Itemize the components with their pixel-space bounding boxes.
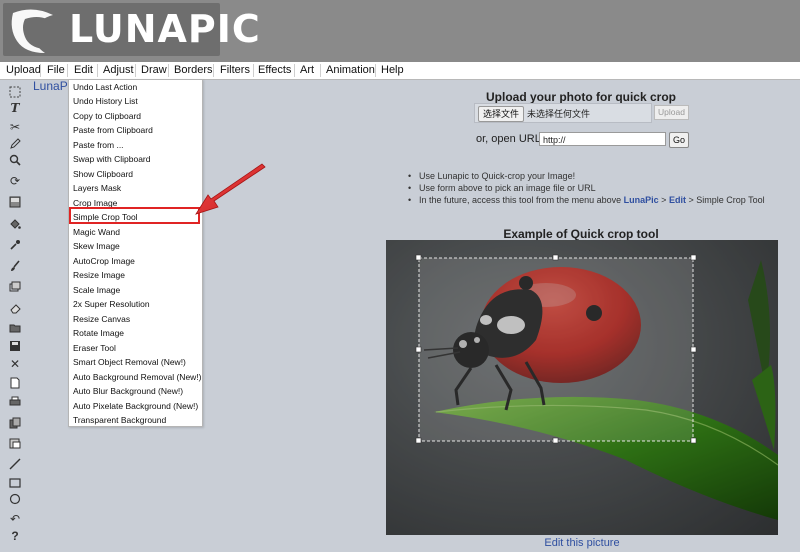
menu-art[interactable]: Art [296, 62, 318, 79]
print-icon[interactable] [7, 394, 23, 410]
menu-separator [135, 64, 136, 77]
file-upload-box: 选择文件 未选择任何文件 [474, 103, 652, 123]
menu-help[interactable]: Help [377, 62, 408, 79]
menu-item-eraser-tool[interactable]: Eraser Tool [73, 341, 116, 355]
menu-separator [168, 64, 169, 77]
path-separator: > [688, 195, 694, 205]
menu-separator [320, 64, 321, 77]
menu-filters[interactable]: Filters [216, 62, 254, 79]
list-item: • Use form above to pick an image file or… [408, 183, 596, 193]
menu-file[interactable]: File [43, 62, 69, 79]
open-url-label: or, open URL [476, 133, 541, 145]
header: LUNAPIC [0, 0, 800, 62]
save-icon[interactable] [7, 338, 23, 354]
menu-item-resize-image[interactable]: Resize Image [73, 268, 125, 282]
menu-item-smart-object-removal[interactable]: Smart Object Removal (New!) [73, 355, 186, 369]
menu-edit[interactable]: Edit [70, 62, 97, 79]
menu-bar: Upload File Edit Adjust Draw Borders Fil… [0, 62, 800, 80]
image-layers-icon[interactable] [7, 279, 23, 295]
fill-bucket-icon[interactable] [7, 216, 23, 232]
menu-item-autocrop-image[interactable]: AutoCrop Image [73, 254, 135, 268]
menu-borders[interactable]: Borders [170, 62, 217, 79]
upload-button[interactable]: Upload [654, 105, 689, 120]
undo-icon[interactable]: ↶ [7, 511, 23, 527]
path-separator: > [661, 195, 667, 205]
menu-item-auto-background-removal[interactable]: Auto Background Removal (New!) [73, 370, 202, 384]
copy-icon[interactable] [7, 415, 23, 431]
menu-separator [97, 64, 98, 77]
menu-item-paste-from-clipboard[interactable]: Paste from Clipboard [73, 123, 153, 137]
menu-item-skew-image[interactable]: Skew Image [73, 239, 120, 253]
help-icon[interactable]: ? [7, 528, 23, 544]
ladybug-photo [386, 240, 778, 535]
menu-item-auto-blur-background[interactable]: Auto Blur Background (New!) [73, 384, 183, 398]
menu-animation[interactable]: Animation [322, 62, 379, 79]
menu-item-super-resolution[interactable]: 2x Super Resolution [73, 297, 150, 311]
highlight-annotation-box [69, 207, 200, 224]
edit-dropdown-menu: Undo Last Action Undo History List Copy … [68, 79, 203, 427]
open-folder-icon[interactable] [7, 320, 23, 336]
menu-item-transparent-background[interactable]: Transparent Background [73, 413, 166, 427]
menu-item-show-clipboard[interactable]: Show Clipboard [73, 167, 133, 181]
tip-tool-name: Simple Crop Tool [696, 195, 765, 205]
menu-upload[interactable]: Upload [2, 62, 45, 79]
no-file-chosen-text: 未选择任何文件 [527, 109, 591, 119]
pencil-icon[interactable] [7, 135, 23, 151]
choose-file-button[interactable]: 选择文件 [478, 106, 525, 122]
url-input[interactable]: http:// [539, 132, 666, 146]
menu-item-magic-wand[interactable]: Magic Wand [73, 225, 120, 239]
example-image[interactable] [386, 240, 778, 535]
crop-tool-icon[interactable] [7, 194, 23, 210]
menu-effects[interactable]: Effects [254, 62, 295, 79]
tip-text: In the future, access this tool from the… [419, 195, 622, 205]
menu-item-copy-to-clipboard[interactable]: Copy to Clipboard [73, 109, 141, 123]
scissors-icon[interactable]: ✂ [7, 119, 23, 135]
list-item: • In the future, access this tool from th… [408, 195, 765, 205]
eraser-icon[interactable] [7, 300, 23, 316]
edit-menu-link[interactable]: Edit [669, 195, 686, 205]
paste-icon[interactable] [7, 435, 23, 451]
menu-separator [213, 64, 214, 77]
edit-this-picture-link[interactable]: Edit this picture [386, 537, 778, 549]
list-item: • Use Lunapic to Quick-crop your Image! [408, 171, 576, 181]
menu-item-auto-pixelate-background[interactable]: Auto Pixelate Background (New!) [73, 399, 198, 413]
menu-item-rotate-image[interactable]: Rotate Image [73, 326, 124, 340]
lunapic-menu-link[interactable]: LunaPic [624, 195, 659, 205]
eyedropper-icon[interactable] [7, 237, 23, 253]
logo-text: LUNAPIC [69, 7, 261, 51]
new-file-icon[interactable] [7, 375, 23, 391]
close-icon[interactable]: ✕ [7, 356, 23, 372]
paintbrush-icon[interactable] [7, 258, 23, 274]
logo[interactable]: LUNAPIC [3, 3, 260, 56]
left-toolbar: T ✂ ⟳ ✕ ↶ ? [0, 84, 30, 552]
line-tool-icon[interactable] [7, 456, 23, 472]
menu-item-undo-history-list[interactable]: Undo History List [73, 94, 138, 108]
tip-text: Use Lunapic to Quick-crop your Image! [419, 171, 576, 181]
circle-tool-icon[interactable] [7, 491, 23, 507]
menu-item-undo-last-action[interactable]: Undo Last Action [73, 80, 137, 94]
tip-text: Use form above to pick an image file or … [419, 183, 596, 193]
menu-item-swap-with-clipboard[interactable]: Swap with Clipboard [73, 152, 150, 166]
menu-adjust[interactable]: Adjust [99, 62, 138, 79]
menu-draw[interactable]: Draw [137, 62, 171, 79]
upload-title: Upload your photo for quick crop [486, 90, 676, 104]
moon-logo-icon [11, 9, 54, 54]
rotate-icon[interactable]: ⟳ [7, 173, 23, 189]
menu-separator [294, 64, 295, 77]
go-button[interactable]: Go [669, 132, 690, 148]
text-tool-icon[interactable]: T [7, 100, 23, 116]
menu-item-layers-mask[interactable]: Layers Mask [73, 181, 121, 195]
menu-item-resize-canvas[interactable]: Resize Canvas [73, 312, 130, 326]
menu-separator [40, 64, 41, 77]
tips-list: • Use Lunapic to Quick-crop your Image! •… [408, 170, 765, 206]
zoom-icon[interactable] [7, 152, 23, 168]
example-title: Example of Quick crop tool [503, 227, 659, 241]
select-tool-icon[interactable] [7, 84, 23, 100]
menu-separator [375, 64, 376, 77]
menu-separator [67, 64, 68, 77]
menu-item-paste-from[interactable]: Paste from ... [73, 138, 124, 152]
menu-item-scale-image[interactable]: Scale Image [73, 283, 120, 297]
rectangle-tool-icon[interactable] [7, 475, 23, 491]
